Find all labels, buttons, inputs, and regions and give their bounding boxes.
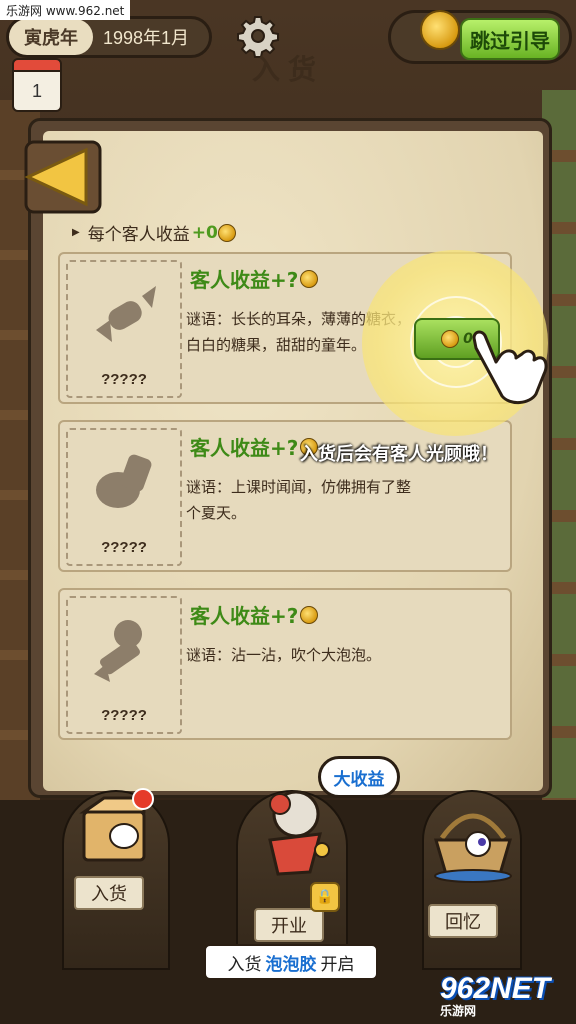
tutorial-tip: 入货后会有客人光顾哦！ bbox=[300, 444, 498, 465]
ice-pop-silhouette-icon bbox=[96, 454, 152, 508]
big-profit-bubble: 大收益 bbox=[318, 756, 400, 798]
candy-silhouette-icon bbox=[96, 286, 156, 342]
coin-icon bbox=[441, 330, 460, 348]
panel-title: 入货 bbox=[251, 53, 324, 86]
back-arrow-icon[interactable] bbox=[14, 136, 104, 218]
card-riddle: 谜语：沾一沾，吹个大泡泡。 bbox=[186, 646, 382, 664]
income-summary: ▶ 每个客人收益 +0 bbox=[72, 220, 236, 245]
unlock-hint: 入货 泡泡胶 开启 bbox=[204, 944, 378, 980]
item-thumbnail: ????? bbox=[66, 428, 182, 566]
unknown-item-label: ????? bbox=[101, 371, 147, 388]
date-label: 1998年1月 bbox=[103, 28, 190, 48]
unknown-item-label: ????? bbox=[101, 707, 147, 724]
notification-badge bbox=[132, 788, 154, 810]
card-title: 客人收益+? bbox=[190, 600, 319, 629]
coin-icon bbox=[420, 10, 460, 50]
coin-icon bbox=[217, 223, 236, 242]
coin-icon bbox=[300, 605, 319, 624]
coin-icon bbox=[300, 269, 319, 288]
card-riddle: 谜语：上课时闻闻，仿佛拥有了整个夏天。 bbox=[186, 478, 412, 522]
memory-button[interactable]: 回忆 bbox=[428, 904, 498, 938]
bubble-gum-toy-icon bbox=[268, 790, 330, 876]
pointing-hand-icon bbox=[472, 330, 548, 404]
item-thumbnail: ????? bbox=[66, 260, 182, 398]
watermark-logo: 962NET 乐游网 bbox=[440, 972, 551, 1018]
lock-icon: 🔒 bbox=[310, 882, 340, 912]
item-thumbnail: ????? bbox=[66, 596, 182, 734]
income-label: 每个客人收益 bbox=[87, 225, 190, 245]
bubble-gum-silhouette-icon bbox=[94, 620, 142, 682]
open-business-button[interactable]: 开业 bbox=[254, 908, 324, 942]
unknown-item-label: ????? bbox=[101, 539, 147, 556]
card-title: 客人收益+? bbox=[190, 264, 319, 293]
income-bonus: +0 bbox=[191, 222, 218, 243]
unlock-item-name: 泡泡胶 bbox=[265, 954, 317, 975]
item-card-bubble-gum[interactable]: ????? 客人收益+? 谜语：沾一沾，吹个大泡泡。 bbox=[58, 588, 512, 740]
watermark-top: 乐游网 www.962.net bbox=[0, 0, 131, 20]
basket-icon bbox=[433, 813, 513, 883]
restock-button[interactable]: 入货 bbox=[74, 876, 144, 910]
